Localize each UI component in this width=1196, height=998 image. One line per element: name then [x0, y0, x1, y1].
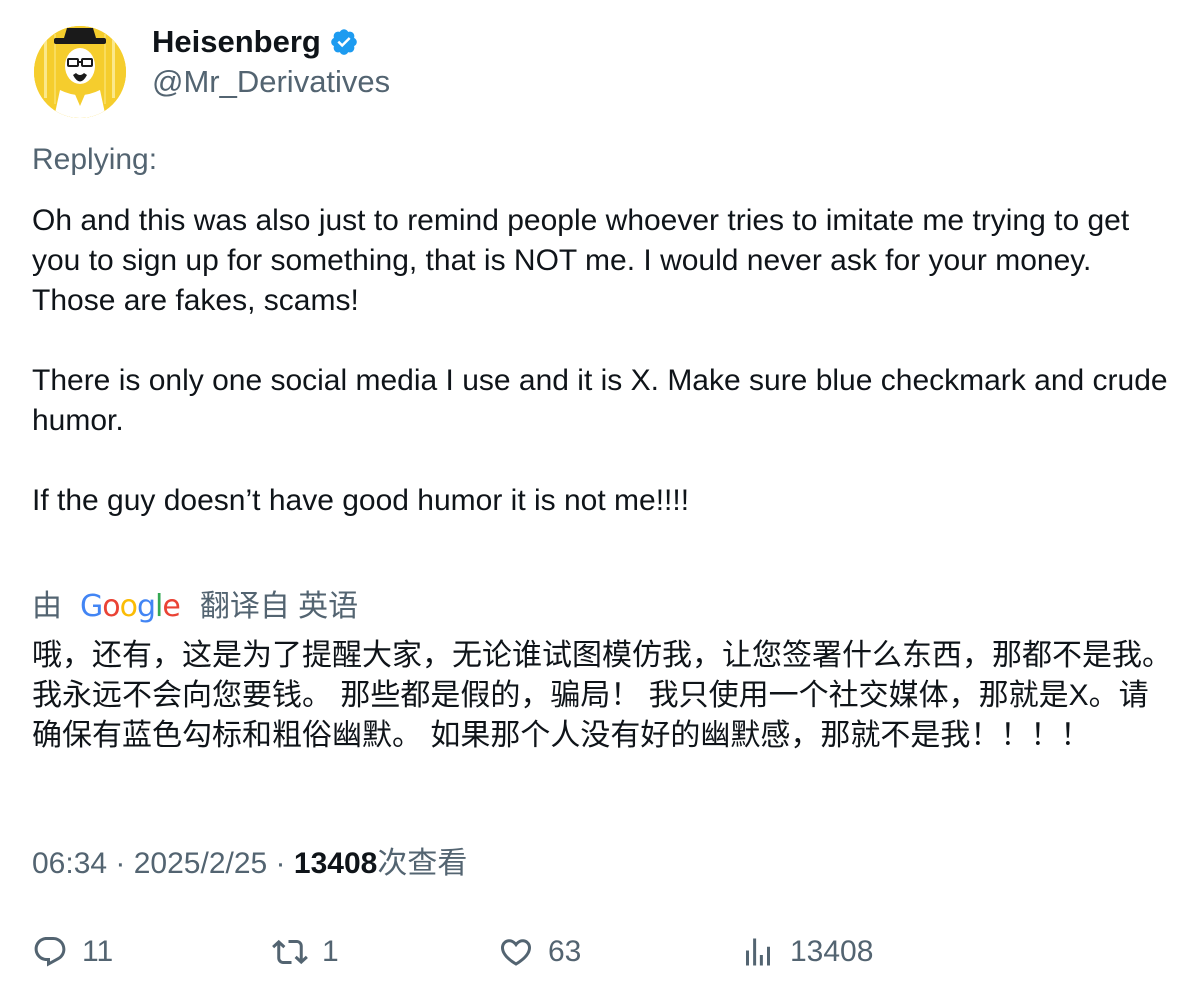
retweet-count: 1: [322, 935, 339, 968]
retweet-button[interactable]: 1: [272, 930, 339, 974]
analytics-icon: [746, 938, 770, 966]
translation-attribution: 由 Google 翻译自 英语: [32, 587, 358, 627]
author-display-name[interactable]: Heisenberg: [152, 22, 321, 62]
author-handle[interactable]: @Mr_Derivatives: [152, 62, 390, 102]
reply-icon: [34, 937, 66, 967]
tweet-meta: 06:34 · 2025/2/25 · 13408 次查看: [32, 844, 467, 884]
views-label: 次查看: [377, 847, 468, 880]
retweet-icon: [272, 939, 308, 965]
meta-separator: ·: [267, 847, 294, 880]
translation-prefix: 由: [32, 590, 62, 623]
tweet-text: Oh and this was also just to remind peop…: [32, 204, 1168, 517]
like-button[interactable]: 63: [498, 930, 581, 974]
replying-label: Replying:: [32, 143, 158, 176]
avatar[interactable]: [34, 26, 126, 118]
like-count: 63: [548, 935, 582, 968]
views-count: 13408: [293, 847, 378, 880]
google-logo: Google: [80, 589, 181, 624]
action-bar: 11 1 63 13408: [0, 930, 1196, 974]
tweet-time[interactable]: 06:34: [32, 844, 107, 884]
reply-button[interactable]: 11: [32, 930, 113, 974]
tweet: Heisenberg @Mr_Derivatives Replying: Oh …: [0, 0, 1196, 998]
views-action-count: 13408: [790, 935, 874, 968]
meta-separator: ·: [107, 847, 134, 880]
heart-icon: [500, 939, 532, 966]
translation-suffix: 翻译自 英语: [199, 590, 359, 623]
views-button[interactable]: 13408: [740, 930, 873, 974]
reply-count: 11: [82, 935, 114, 968]
author-name-row: Heisenberg: [152, 22, 359, 62]
tweet-date[interactable]: 2025/2/25: [134, 844, 267, 884]
verified-badge-icon[interactable]: [329, 27, 359, 57]
translated-text: 哦，还有，这是为了提醒大家，无论谁试图模仿我，让您签署什么东西，那都不是我。我永…: [32, 639, 1172, 752]
